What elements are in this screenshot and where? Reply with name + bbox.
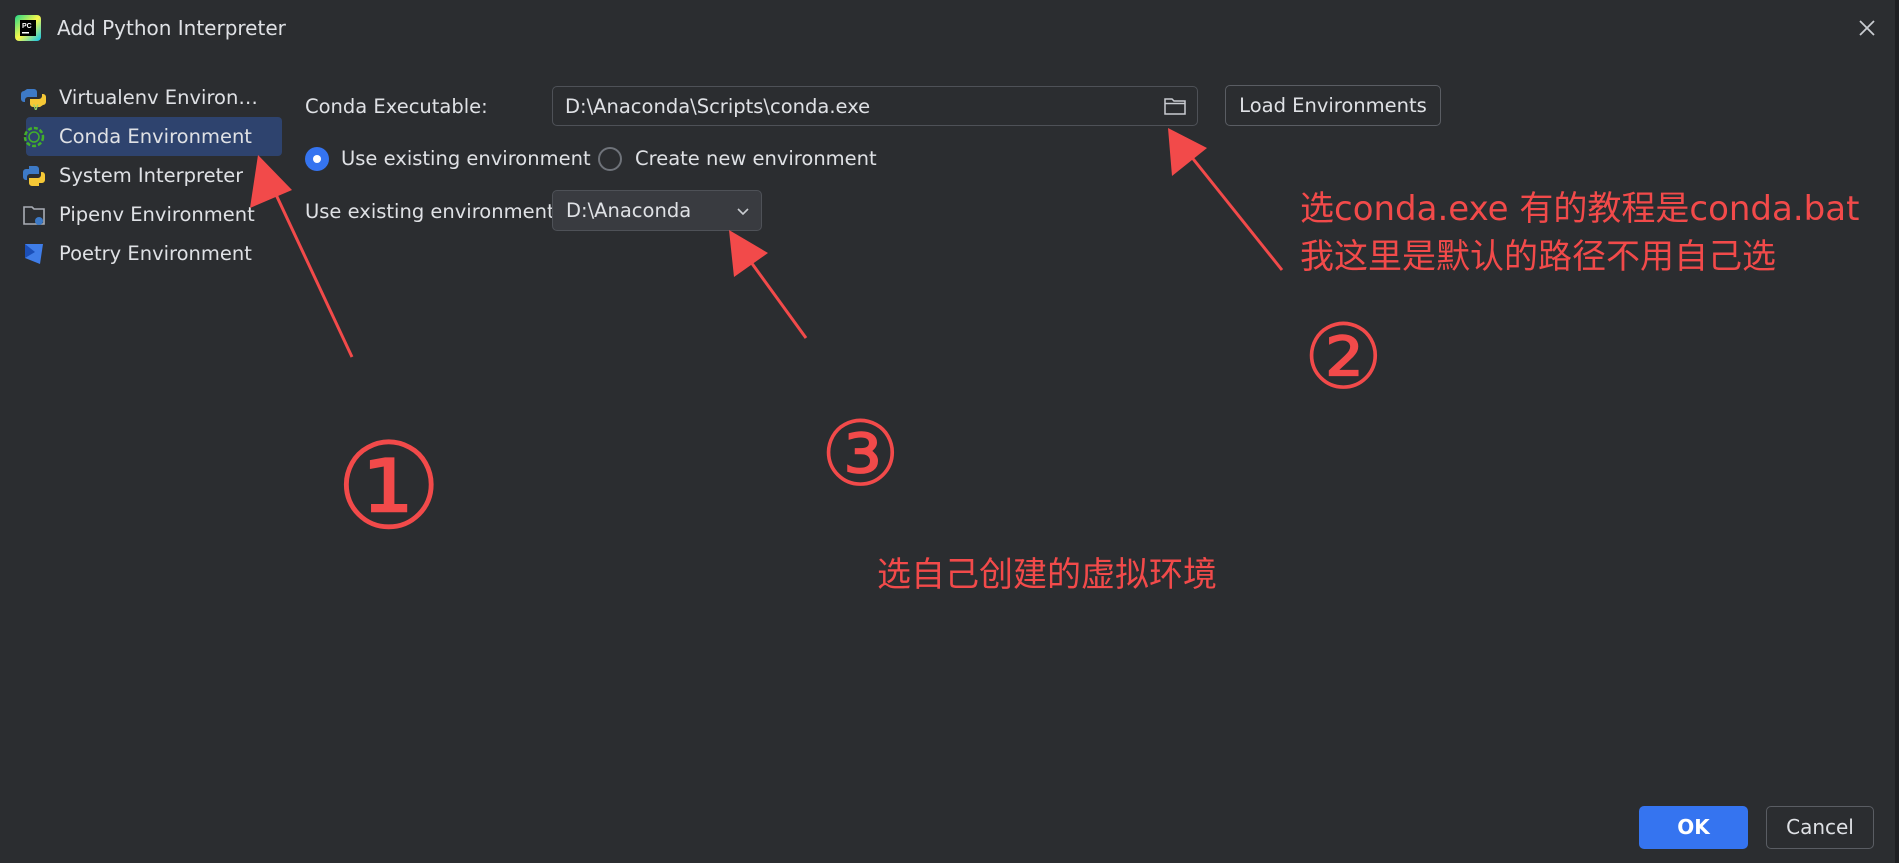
sidebar-item-label: Conda Environment [59, 125, 252, 148]
chevron-down-icon [737, 208, 749, 216]
cancel-button[interactable]: Cancel [1766, 806, 1874, 849]
sidebar-item-label: Virtualenv Environme... [59, 86, 270, 109]
title-bar: PC Add Python Interpreter [0, 0, 1899, 56]
ok-button[interactable]: OK [1639, 806, 1748, 849]
sidebar-item-system-interpreter[interactable]: System Interpreter [14, 156, 270, 195]
use-existing-radio-label[interactable]: Use existing environment [341, 147, 591, 170]
sidebar-item-pipenv[interactable]: Pipenv Environment [14, 195, 270, 234]
virtualenv-icon: v [21, 88, 46, 111]
load-environments-button[interactable]: Load Environments [1225, 85, 1441, 126]
add-python-interpreter-dialog: PC Add Python Interpreter v Virtualenv E… [0, 0, 1899, 863]
close-icon[interactable] [1855, 16, 1879, 40]
sidebar-item-label: System Interpreter [59, 164, 244, 187]
poetry-icon [25, 243, 43, 264]
existing-environment-value: D:\Anaconda [566, 199, 692, 222]
pipenv-icon [23, 205, 45, 225]
python-icon [23, 165, 45, 186]
sidebar-item-label: Pipenv Environment [59, 203, 255, 226]
annotation-number-3: ③ [820, 402, 901, 507]
annotation-note-2-line-2: 我这里是默认的路径不用自己选 [1300, 237, 1776, 277]
conda-executable-input[interactable] [565, 87, 1145, 125]
annotation-number-1: ① [335, 418, 443, 557]
window-border [1895, 0, 1899, 863]
annotation-number-2: ② [1303, 305, 1384, 410]
conda-executable-field[interactable] [552, 86, 1198, 126]
conda-executable-label: Conda Executable: [305, 95, 488, 118]
annotation-note-2-line-1: 选conda.exe 有的教程是conda.bat [1300, 189, 1860, 229]
dialog-title: Add Python Interpreter [57, 16, 286, 40]
folder-icon[interactable] [1163, 95, 1187, 117]
sidebar-item-label: Poetry Environment [59, 242, 252, 265]
sidebar-item-conda[interactable]: Conda Environment [14, 117, 282, 156]
create-new-radio-label[interactable]: Create new environment [635, 147, 877, 170]
create-new-radio[interactable] [598, 147, 622, 171]
sidebar-item-virtualenv[interactable]: v Virtualenv Environme... [14, 78, 270, 117]
annotation-note-3: 选自己创建的虚拟环境 [877, 555, 1217, 595]
sidebar-item-poetry[interactable]: Poetry Environment [14, 234, 270, 273]
conda-icon [23, 126, 45, 147]
svg-text:PC: PC [22, 23, 32, 30]
environment-type-list: v Virtualenv Environme... Conda Environm… [14, 78, 282, 273]
svg-text:v: v [33, 102, 39, 111]
use-existing-radio[interactable] [305, 147, 329, 171]
pycharm-icon: PC [15, 15, 41, 41]
annotation-arrow-2 [1168, 128, 1284, 271]
existing-environment-select[interactable]: D:\Anaconda [552, 190, 762, 231]
existing-environment-label: Use existing environment: [305, 200, 562, 223]
annotation-arrows [250, 128, 1284, 358]
annotation-arrow-3 [729, 230, 808, 339]
